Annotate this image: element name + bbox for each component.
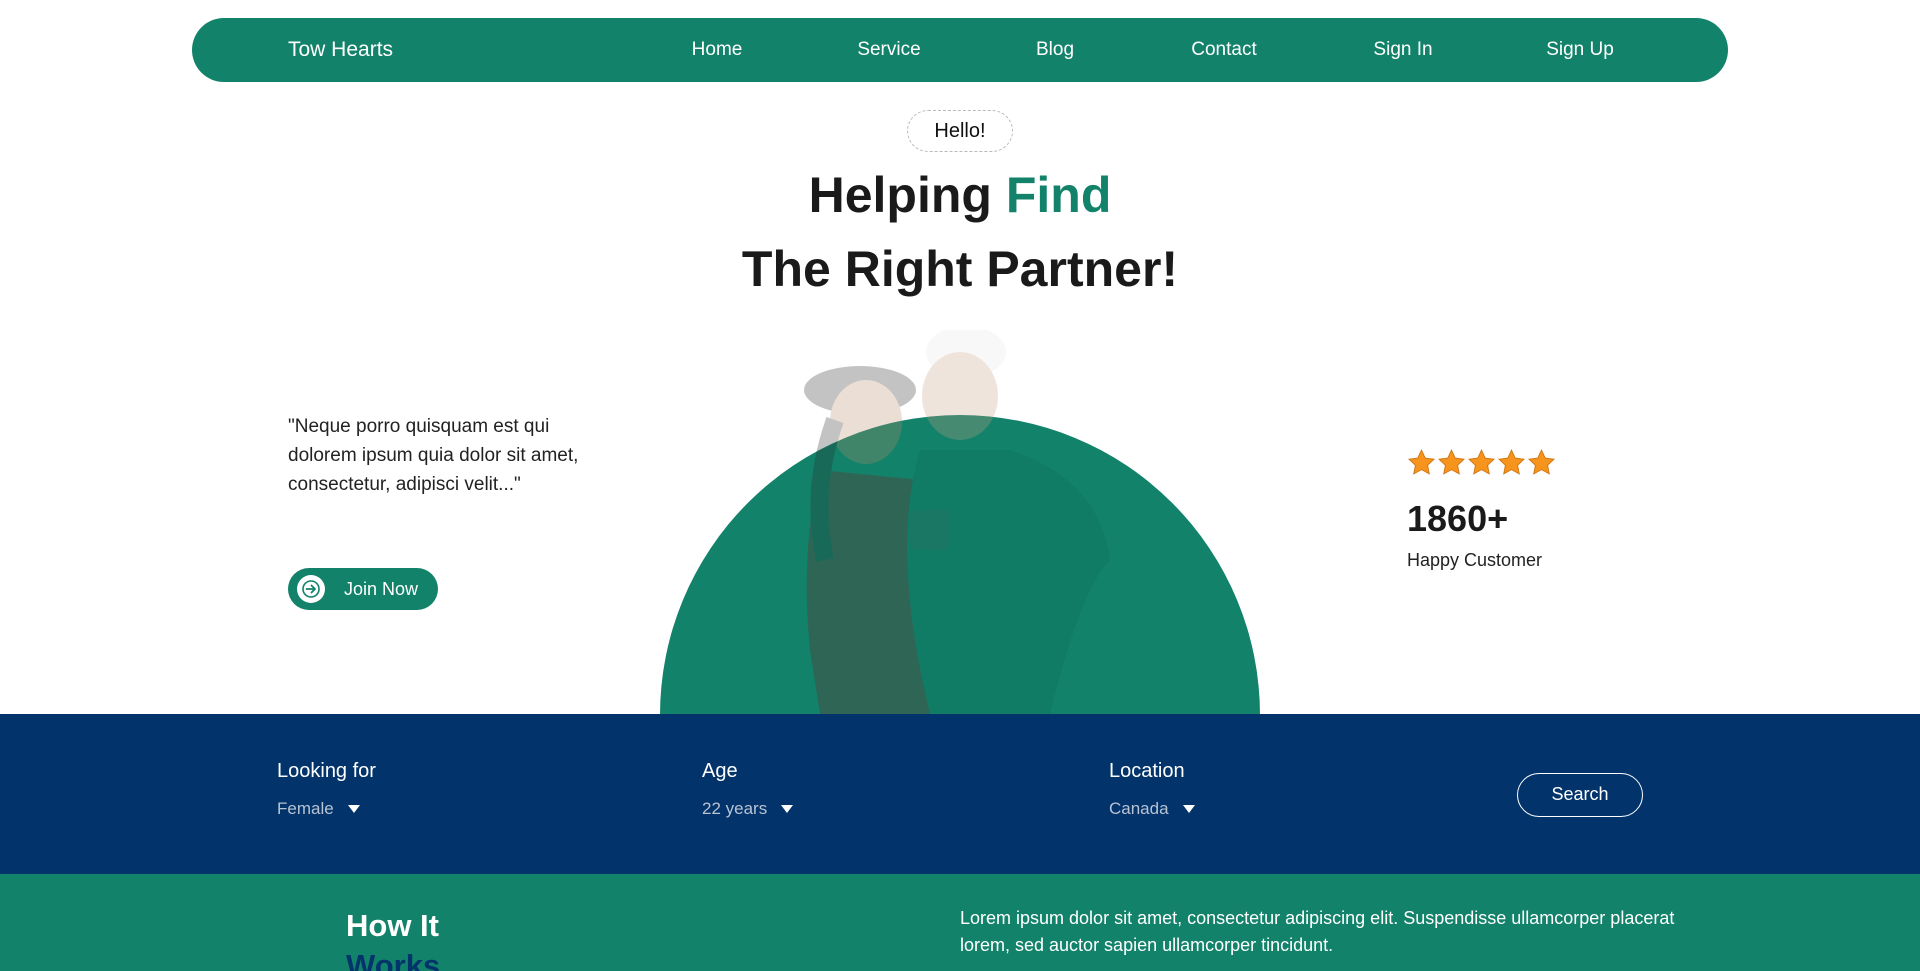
hero-title-text: Helping	[808, 167, 1006, 223]
location-filter: Location Canada	[1109, 760, 1195, 819]
location-dropdown[interactable]: Canada	[1109, 799, 1195, 819]
star-icon	[1527, 449, 1556, 475]
age-value: 22 years	[702, 799, 768, 818]
hero-title-line-2: The Right Partner!	[741, 241, 1179, 297]
location-value: Canada	[1109, 799, 1169, 818]
star-icon	[1497, 449, 1526, 475]
how-it-works-section: How It Works Lorem ipsum dolor sit amet,…	[0, 874, 1920, 971]
age-dropdown[interactable]: 22 years	[702, 799, 794, 819]
hero-quote: "Neque porro quisquam est qui dolorem ip…	[288, 416, 579, 495]
star-icon	[1437, 449, 1466, 475]
partner-search-bar: Looking for Female Age 22 years Location…	[0, 714, 1920, 874]
location-label: Location	[1109, 760, 1185, 782]
hero-title-accent: Find	[1005, 167, 1112, 223]
looking-for-filter: Looking for Female	[277, 760, 376, 819]
customer-label: Happy Customer	[1407, 550, 1543, 570]
caret-down-icon	[347, 805, 360, 813]
nav-link-contact[interactable]: Contact	[1191, 18, 1256, 82]
search-button[interactable]: Search	[1517, 773, 1643, 817]
nav-link-home[interactable]: Home	[692, 18, 743, 82]
couple-photo	[804, 330, 1110, 714]
hero-title-line-1: Helping Find	[0, 158, 1920, 232]
age-filter: Age 22 years	[702, 760, 794, 819]
age-label: Age	[702, 760, 738, 782]
how-it-works-title: How It	[346, 908, 439, 943]
star-icon	[1407, 449, 1436, 475]
caret-down-icon	[781, 805, 794, 813]
rating-stars	[1407, 448, 1556, 477]
caret-down-icon	[1182, 805, 1195, 813]
star-icon	[1467, 449, 1496, 475]
looking-for-dropdown[interactable]: Female	[277, 799, 376, 819]
nav-link-service[interactable]: Service	[857, 18, 920, 82]
join-now-button[interactable]: Join Now	[288, 568, 438, 610]
nav-link-sign-in[interactable]: Sign In	[1373, 18, 1432, 82]
arrow-right-icon	[297, 575, 325, 603]
nav-link-sign-up[interactable]: Sign Up	[1546, 18, 1614, 82]
brand-logo-link[interactable]: Tow Hearts	[288, 18, 393, 82]
looking-for-value: Female	[277, 799, 334, 818]
top-navbar: Tow Hearts Home Service Blog Contact Sig…	[192, 18, 1728, 82]
customer-count: 1860+	[1407, 498, 1509, 539]
how-it-works-title-accent: Works	[346, 948, 441, 971]
join-now-label: Join Now	[344, 579, 419, 599]
looking-for-label: Looking for	[277, 760, 376, 782]
nav-link-blog[interactable]: Blog	[1036, 18, 1074, 82]
hello-badge: Hello!	[907, 110, 1013, 152]
how-it-works-description: Lorem ipsum dolor sit amet, consectetur …	[960, 908, 1675, 955]
